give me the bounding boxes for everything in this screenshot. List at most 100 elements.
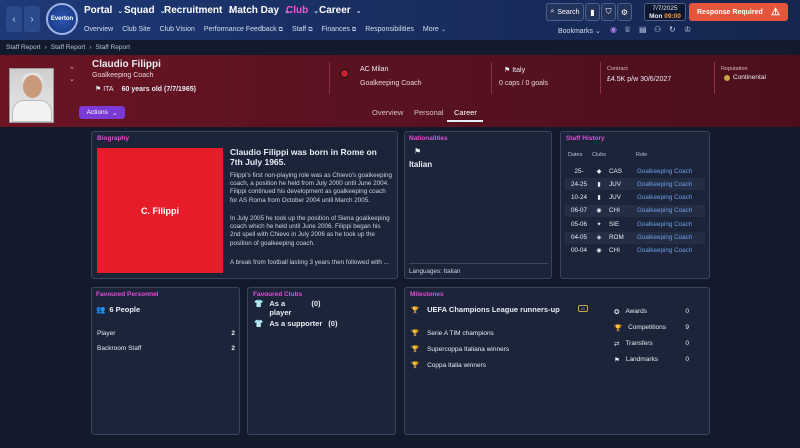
row-role[interactable]: Goalkeeping Coach bbox=[637, 234, 692, 241]
active-tab-indicator bbox=[447, 120, 483, 122]
actions-label: Actions bbox=[86, 109, 108, 116]
stat-competitions[interactable]: 🏆 Competitions 9 bbox=[614, 324, 689, 332]
submenu-club-vision[interactable]: Club Vision bbox=[160, 26, 195, 34]
column-header-role[interactable]: Role bbox=[636, 152, 647, 158]
club-name[interactable]: AC Milan bbox=[360, 66, 388, 73]
flag-icon: ⚑ bbox=[614, 357, 620, 364]
stat-transfers[interactable]: ⇄ Transfers 0 bbox=[614, 340, 689, 348]
response-required-button[interactable]: Response Required ⚠ bbox=[689, 3, 788, 21]
menu-squad[interactable]: Squad ⌄ bbox=[124, 5, 165, 16]
chevron-down-icon[interactable]: ⌄ bbox=[69, 75, 75, 84]
row-count: 2 bbox=[231, 345, 235, 352]
column-header-clubs[interactable]: Clubs bbox=[592, 152, 606, 158]
milestone-item[interactable]: 🏆 Serie A TIM champions bbox=[411, 329, 494, 338]
club-badge-icon: ◉ bbox=[596, 208, 602, 215]
table-row[interactable]: 04-05 ◈ ROM Goalkeeping Coach bbox=[565, 231, 705, 244]
submenu-staff[interactable]: Staff ⧉ bbox=[292, 26, 313, 34]
row-role[interactable]: Goalkeeping Coach bbox=[637, 181, 692, 188]
menu-career[interactable]: Career ⌄ bbox=[319, 5, 362, 16]
divider bbox=[714, 62, 715, 94]
table-row[interactable]: 06-07 ◉ CHI Goalkeeping Coach bbox=[565, 204, 705, 217]
row-role[interactable]: Goalkeeping Coach bbox=[637, 207, 692, 214]
list-item[interactable]: Backroom Staff 2 bbox=[97, 345, 235, 352]
forward-button[interactable]: › bbox=[24, 6, 40, 32]
submenu-more[interactable]: More ⌄ bbox=[423, 26, 446, 34]
row-club[interactable]: JUV bbox=[605, 194, 637, 201]
notebook-button[interactable]: ▮ bbox=[585, 3, 600, 21]
milestone-item[interactable]: 🏆 UEFA Champions League runners-up bbox=[411, 305, 560, 314]
trophy-icon[interactable]: ♕ bbox=[624, 25, 631, 34]
submenu-responsibilities[interactable]: Responsibilities bbox=[365, 26, 414, 34]
people-icon: 👥 bbox=[96, 305, 106, 314]
row-role[interactable]: Goalkeeping Coach bbox=[637, 247, 692, 254]
chevron-down-icon: ⌄ bbox=[594, 28, 601, 35]
table-row[interactable]: 24-25 ▮ JUV Goalkeeping Coach bbox=[565, 178, 705, 191]
club-shield-button[interactable]: ⛉ bbox=[601, 3, 616, 21]
search-button[interactable]: ⌕ Search bbox=[546, 3, 584, 21]
row-role[interactable]: Goalkeeping Coach bbox=[637, 221, 692, 228]
trophy-icon: 🏆 bbox=[614, 325, 623, 332]
menu-label: Squad bbox=[124, 5, 155, 16]
column-header-dates[interactable]: Dates bbox=[568, 152, 582, 158]
chevron-up-icon[interactable]: ⌃ bbox=[69, 66, 75, 75]
chevron-down-icon: ⌄ bbox=[355, 7, 362, 15]
submenu-club-site[interactable]: Club Site bbox=[122, 26, 150, 34]
tab-overview[interactable]: Overview bbox=[372, 108, 403, 117]
reputation-value: Continental bbox=[724, 74, 766, 81]
tab-personal[interactable]: Personal bbox=[414, 108, 444, 117]
divider bbox=[409, 263, 548, 264]
stat-awards[interactable]: ✪ Awards 0 bbox=[614, 308, 689, 316]
club-badge-icon: ◆ bbox=[596, 168, 602, 175]
breadcrumb-item[interactable]: Staff Report bbox=[51, 44, 86, 51]
settings-button[interactable]: ⚙ bbox=[617, 3, 632, 21]
stat-landmarks[interactable]: ⚑ Landmarks 0 bbox=[614, 356, 689, 364]
actions-button[interactable]: Actions ⌄ bbox=[79, 106, 125, 119]
row-club[interactable]: CHI bbox=[605, 207, 637, 214]
time-value: 09:00 bbox=[664, 13, 681, 20]
menu-label: Career bbox=[319, 5, 351, 16]
row-role[interactable]: Goalkeeping Coach bbox=[637, 168, 692, 175]
table-row[interactable]: 05-06 ✦ SIE Goalkeeping Coach bbox=[565, 218, 705, 230]
people-icon[interactable]: ⚇ bbox=[654, 25, 661, 34]
nation-name[interactable]: Italy bbox=[512, 67, 525, 74]
back-button[interactable]: ‹ bbox=[6, 6, 22, 32]
list-item[interactable]: Player 2 bbox=[97, 330, 235, 337]
club-crest[interactable]: Everton bbox=[46, 3, 78, 35]
milestone-item[interactable]: 🏆 Coppa Italia winners bbox=[411, 361, 486, 370]
chat-icon[interactable]: ◉ bbox=[610, 25, 617, 34]
row-club[interactable]: SIE bbox=[605, 221, 637, 228]
breadcrumb-item[interactable]: Staff Report bbox=[6, 44, 41, 51]
supporter-label: As a supporter bbox=[269, 319, 323, 328]
menu-recruitment[interactable]: Recruitment ⌄ bbox=[164, 5, 233, 16]
menu-club[interactable]: Club ⌄ bbox=[286, 5, 319, 16]
nationalities-title: Nationalities bbox=[409, 135, 448, 142]
as-supporter-row[interactable]: 👕 As a supporter (0) bbox=[254, 319, 337, 329]
row-club[interactable]: CHI bbox=[605, 247, 637, 254]
row-club[interactable]: CAS bbox=[605, 168, 637, 175]
table-row[interactable]: 10-24 ▮ JUV Goalkeeping Coach bbox=[565, 192, 705, 204]
table-row[interactable]: 00-04 ◉ CHI Goalkeeping Coach bbox=[565, 245, 705, 257]
row-club[interactable]: ROM bbox=[605, 234, 637, 241]
cup-icon[interactable]: ♔ bbox=[684, 25, 691, 34]
submenu-label: Finances bbox=[321, 26, 350, 33]
submenu-finances[interactable]: Finances ⧉ bbox=[322, 26, 357, 34]
stat-value: 0 bbox=[685, 340, 689, 347]
tab-career[interactable]: Career bbox=[454, 108, 477, 117]
chevron-right-icon: › bbox=[44, 44, 47, 51]
row-club[interactable]: JUV bbox=[605, 181, 637, 188]
game-date[interactable]: 7/7/2025 Mon 09:00 bbox=[644, 3, 686, 21]
as-player-row[interactable]: 👕 As a player (0) bbox=[254, 299, 321, 317]
menu-portal[interactable]: Portal ⌄ bbox=[84, 5, 123, 16]
refresh-icon[interactable]: ↻ bbox=[669, 25, 676, 34]
bookmarks-menu[interactable]: Bookmarks ⌄ bbox=[558, 27, 601, 35]
table-row[interactable]: 25- ◆ CAS Goalkeeping Coach bbox=[565, 165, 705, 177]
submenu-label: Performance Feedback bbox=[203, 26, 277, 33]
submenu-performance-feedback[interactable]: Performance Feedback ⧉ bbox=[204, 26, 283, 34]
submenu-overview[interactable]: Overview bbox=[84, 26, 113, 34]
clipboard-icon[interactable]: ▤ bbox=[639, 25, 647, 34]
people-count[interactable]: 👥 6 People bbox=[96, 305, 140, 314]
menu-match-day[interactable]: Match Day ⌄ bbox=[229, 5, 290, 16]
row-role[interactable]: Goalkeeping Coach bbox=[637, 194, 692, 201]
milestone-item[interactable]: 🏆 Supercoppa Italiana winners bbox=[411, 345, 509, 354]
reputation-label: Reputation bbox=[721, 66, 748, 72]
